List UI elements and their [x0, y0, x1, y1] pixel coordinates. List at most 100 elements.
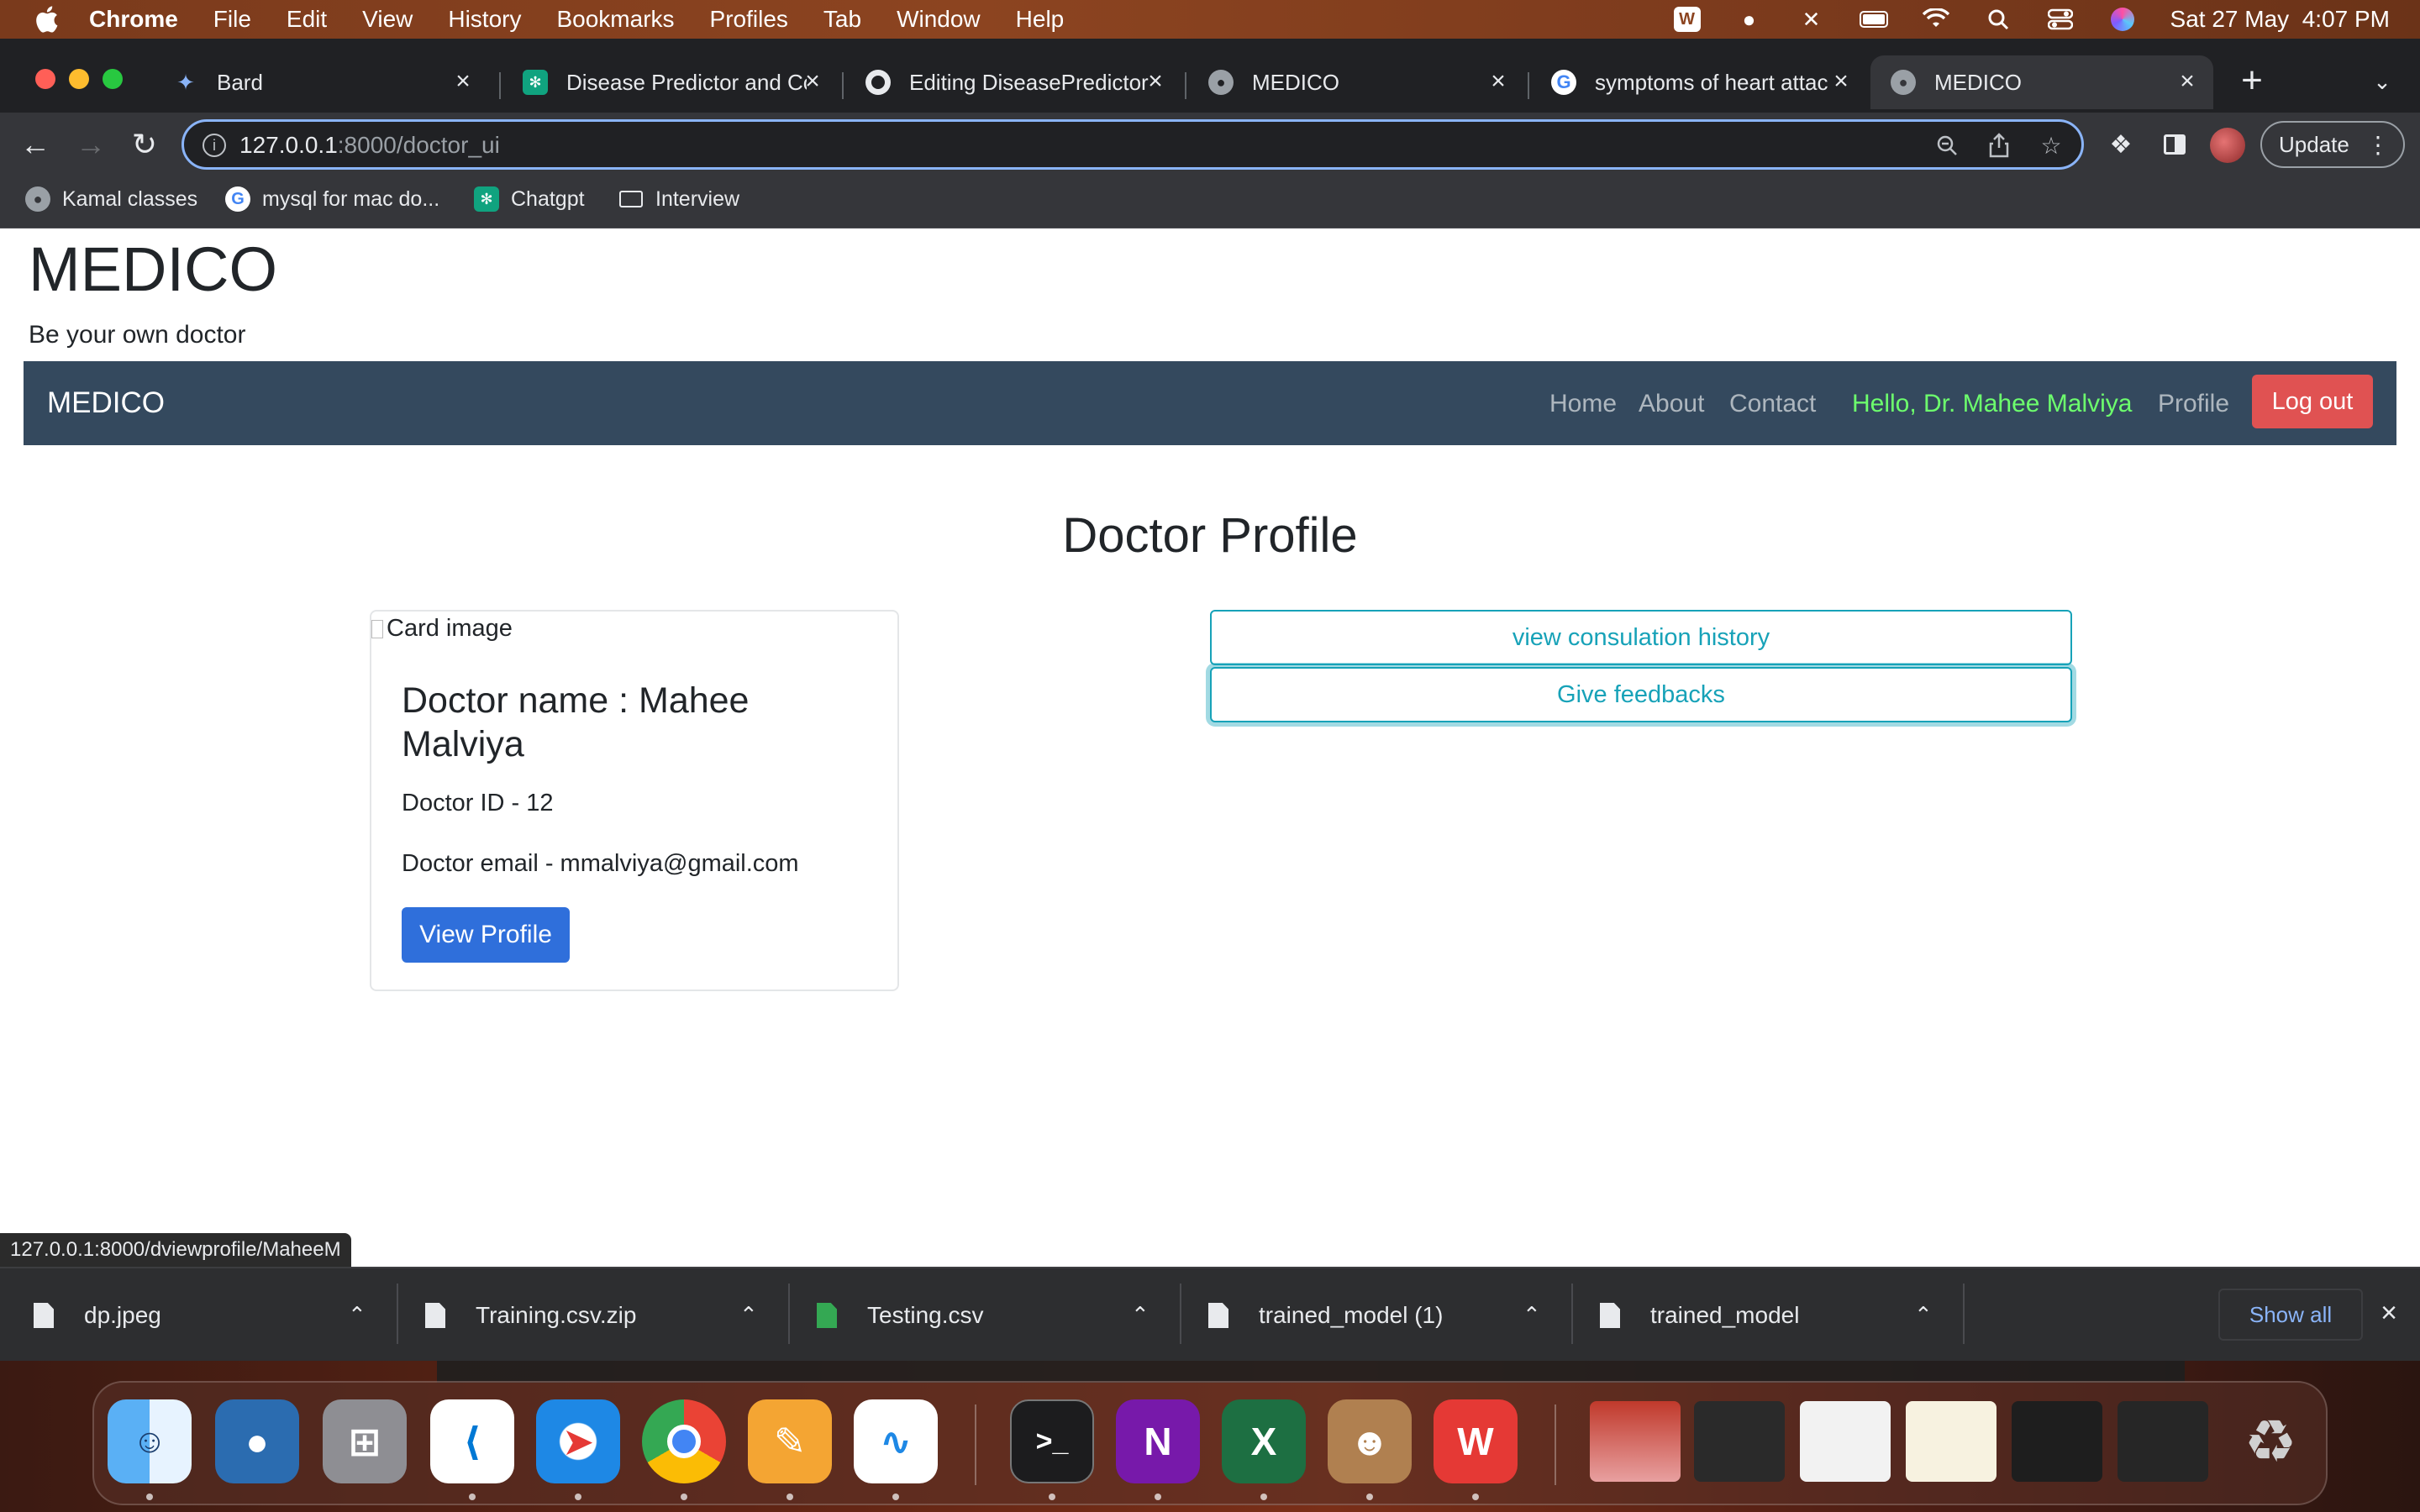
minimized-window-thumbnail[interactable] — [2118, 1401, 2208, 1482]
window-close-button[interactable] — [35, 69, 55, 89]
contacts-icon[interactable]: ☻ — [1328, 1399, 1412, 1483]
close-icon[interactable]: × — [798, 67, 827, 96]
window-zoom-button[interactable] — [103, 69, 123, 89]
tab-medico[interactable]: ● MEDICO × — [1188, 55, 1524, 109]
menubar-clock[interactable]: Sat 27 May 4:07 PM — [2170, 6, 2390, 33]
menu-profiles[interactable]: Profiles — [710, 6, 788, 33]
menu-history[interactable]: History — [448, 6, 521, 33]
new-tab-button[interactable]: + — [2235, 60, 2269, 101]
update-button[interactable]: Update ⋮ — [2260, 121, 2405, 168]
consultation-history-button[interactable]: view consulation history — [1210, 610, 2072, 665]
download-item[interactable]: Training.csv.zip ⌃ — [425, 1287, 761, 1344]
bookmark-mysql[interactable]: G mysql for mac do... — [225, 186, 439, 212]
bookmark-star-icon[interactable]: ☆ — [2036, 130, 2066, 160]
download-item[interactable]: trained_model ⌃ — [1600, 1287, 1936, 1344]
minimized-window-thumbnail[interactable] — [1906, 1401, 1996, 1482]
onenote-icon[interactable]: N — [1116, 1399, 1200, 1483]
show-all-downloads-button[interactable]: Show all — [2218, 1289, 2363, 1341]
view-profile-button[interactable]: View Profile — [402, 907, 570, 963]
forward-button[interactable]: → — [72, 126, 109, 163]
chevron-up-icon[interactable]: ⌃ — [1523, 1302, 1541, 1328]
tableplus-icon[interactable]: ● — [215, 1399, 299, 1483]
address-bar[interactable]: i 127.0.0.1:8000/doctor_ui ☆ — [182, 119, 2084, 170]
window-minimize-button[interactable] — [69, 69, 89, 89]
tab-bard[interactable]: ✦ Bard × — [153, 55, 489, 109]
close-icon[interactable]: × — [449, 67, 477, 96]
tab-medico-active[interactable]: ● MEDICO × — [1870, 55, 2213, 109]
minimized-window-thumbnail[interactable] — [1800, 1401, 1891, 1482]
running-indicator — [786, 1494, 793, 1500]
back-button[interactable]: ← — [17, 126, 54, 163]
chevron-up-icon[interactable]: ⌃ — [1131, 1302, 1150, 1328]
reload-button[interactable]: ↻ — [126, 126, 163, 163]
finder-icon[interactable]: ☺ — [108, 1399, 192, 1483]
terminal-icon[interactable]: >_ — [1010, 1399, 1094, 1483]
tab-github-editing[interactable]: Editing DiseasePredictor × — [845, 55, 1181, 109]
wps-office-icon[interactable]: W — [1434, 1399, 1518, 1483]
chevron-up-icon[interactable]: ⌃ — [1914, 1302, 1933, 1328]
vscode-icon[interactable]: ⟨ — [430, 1399, 514, 1483]
safari-icon[interactable]: ➤ — [536, 1399, 620, 1483]
more-menu-icon[interactable]: ⋮ — [2366, 131, 2390, 159]
extensions-icon[interactable]: ❖ — [2102, 126, 2139, 163]
tab-google-search[interactable]: G symptoms of heart attac × — [1531, 55, 1867, 109]
menu-window[interactable]: Window — [897, 6, 981, 33]
close-icon[interactable]: × — [2375, 1297, 2403, 1329]
tab-disease-predictor[interactable]: ✻ Disease Predictor and Co × — [502, 55, 839, 109]
site-info-icon[interactable]: i — [203, 134, 226, 157]
menu-app-name[interactable]: Chrome — [89, 6, 178, 33]
logout-button[interactable]: Log out — [2252, 375, 2373, 428]
evernote-icon[interactable]: ● — [1735, 7, 1764, 32]
wifi-icon[interactable] — [1922, 7, 1950, 32]
zoom-icon[interactable] — [1932, 130, 1962, 160]
share-icon[interactable] — [1984, 130, 2014, 160]
menu-tab[interactable]: Tab — [823, 6, 861, 33]
bookmark-kamal-classes[interactable]: ● Kamal classes — [25, 186, 197, 212]
spotlight-search-icon[interactable] — [1984, 7, 2012, 32]
download-item[interactable]: dp.jpeg ⌃ — [34, 1287, 370, 1344]
close-icon[interactable]: × — [2173, 67, 2202, 96]
nav-home[interactable]: Home — [1549, 390, 1617, 418]
wps-status-icon[interactable]: W — [1673, 7, 1702, 32]
bookmark-interview[interactable]: Interview — [618, 186, 739, 212]
excel-icon[interactable]: X — [1222, 1399, 1306, 1483]
download-item[interactable]: trained_model (1) ⌃ — [1208, 1287, 1544, 1344]
menu-view[interactable]: View — [362, 6, 413, 33]
side-panel-icon[interactable] — [2156, 126, 2193, 163]
chevron-up-icon[interactable]: ⌃ — [348, 1302, 366, 1328]
menu-help[interactable]: Help — [1016, 6, 1065, 33]
minimized-window-thumbnail[interactable] — [1694, 1401, 1785, 1482]
close-icon[interactable]: × — [1484, 67, 1512, 96]
download-divider — [1180, 1284, 1181, 1344]
nav-contact[interactable]: Contact — [1729, 390, 1816, 418]
close-icon[interactable]: × — [1141, 67, 1170, 96]
control-center-icon[interactable] — [2046, 7, 2075, 32]
nav-profile[interactable]: Profile — [2158, 390, 2229, 418]
menu-edit[interactable]: Edit — [287, 6, 327, 33]
menu-bookmarks[interactable]: Bookmarks — [556, 6, 674, 33]
menu-file[interactable]: File — [213, 6, 251, 33]
download-item[interactable]: Testing.csv ⌃ — [817, 1287, 1153, 1344]
siri-icon[interactable] — [2108, 7, 2137, 32]
chevron-up-icon[interactable]: ⌃ — [739, 1302, 758, 1328]
apple-icon[interactable] — [32, 5, 60, 34]
bookmark-chatgpt[interactable]: ✻ Chatgpt — [474, 186, 585, 212]
address-url[interactable]: 127.0.0.1:8000/doctor_ui — [239, 132, 500, 159]
freeform-icon[interactable]: ∿ — [854, 1399, 938, 1483]
photo-thumbnail[interactable] — [1590, 1401, 1681, 1482]
tab-search-chevron-icon[interactable]: ⌄ — [2368, 67, 2396, 96]
bluetooth-off-icon[interactable]: ✕ — [1797, 7, 1826, 32]
trash-icon[interactable]: ♻ — [2228, 1399, 2312, 1483]
minimized-window-thumbnail[interactable] — [2012, 1401, 2102, 1482]
profile-avatar[interactable] — [2210, 128, 2245, 163]
pages-icon[interactable]: ✎ — [748, 1399, 832, 1483]
navbar-brand[interactable]: MEDICO — [47, 386, 165, 420]
give-feedback-button[interactable]: Give feedbacks — [1210, 667, 2072, 722]
chrome-icon[interactable] — [642, 1399, 726, 1483]
running-indicator — [681, 1494, 687, 1500]
launchpad-icon[interactable]: ⊞ — [323, 1399, 407, 1483]
close-icon[interactable]: × — [1827, 67, 1855, 96]
tab-title: symptoms of heart attac — [1595, 69, 1828, 95]
nav-about[interactable]: About — [1639, 390, 1704, 418]
battery-icon[interactable] — [1859, 7, 1888, 32]
